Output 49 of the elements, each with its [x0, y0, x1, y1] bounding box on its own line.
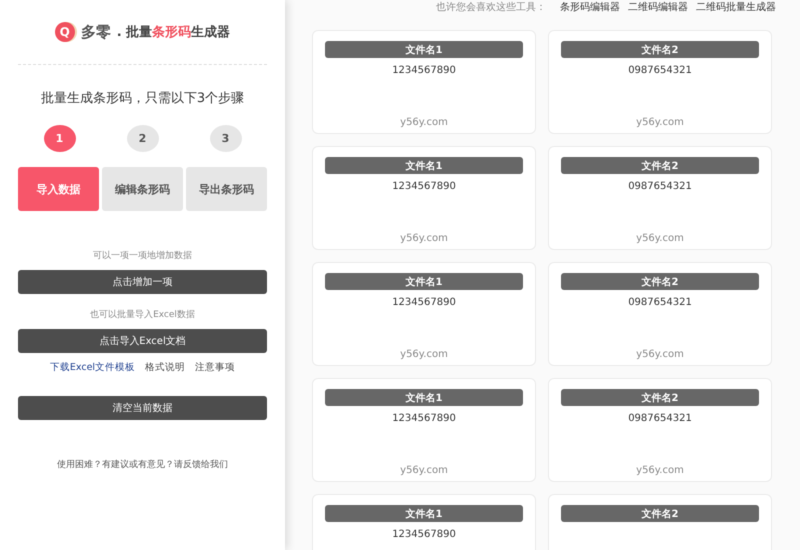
card-footer: y56y.com — [636, 349, 684, 360]
card-title: 文件名2 — [561, 41, 759, 58]
card-title: 文件名1 — [325, 389, 523, 406]
card-title: 文件名1 — [325, 505, 523, 522]
barcode-value: 1234567890 — [392, 181, 456, 192]
card-title: 文件名1 — [325, 157, 523, 174]
barcode-value: 0987654321 — [628, 297, 692, 308]
card-title: 文件名2 — [561, 157, 759, 174]
card-footer: y56y.com — [400, 349, 448, 360]
tool-link[interactable]: 二维码批量生成器 — [696, 0, 776, 14]
logo-mark: Q — [54, 22, 75, 42]
help-link[interactable]: 格式说明 — [145, 361, 186, 374]
tool-link[interactable]: 二维码编辑器 — [628, 0, 688, 14]
intro-text: 批量生成条形码，只需以下3个步骤 — [40, 90, 244, 107]
clear-data-button[interactable]: 清空当前数据 — [18, 396, 267, 420]
card-title: 文件名2 — [561, 505, 759, 522]
barcode-value: 1234567890 — [392, 65, 456, 76]
barcode-value: 0987654321 — [628, 181, 692, 192]
step-number: 3 — [210, 125, 242, 152]
barcode-value: 0987654321 — [628, 413, 692, 424]
feedback-text: 使用困难？有建议或有意见？请反馈给我们 — [57, 458, 228, 471]
card-footer: y56y.com — [400, 233, 448, 244]
help-link[interactable]: 注意事项 — [195, 361, 236, 374]
card-title: 文件名2 — [561, 389, 759, 406]
tool-link[interactable]: 条形码编辑器 — [560, 0, 620, 14]
barcode-value: 0987654321 — [628, 65, 692, 76]
step-tab[interactable]: 编辑条形码 — [102, 167, 183, 211]
brand-name: 多零 — [80, 22, 111, 42]
card-footer: y56y.com — [636, 465, 684, 476]
step-tab[interactable]: 导出条形码 — [186, 167, 267, 211]
card-footer: y56y.com — [636, 117, 684, 128]
card-footer: y56y.com — [400, 117, 448, 128]
hint-text: 也可以批量导入Excel数据 — [90, 308, 195, 321]
help-link[interactable]: 下载Excel文件模板 — [50, 361, 136, 374]
add-item-button[interactable]: 点击增加一项 — [18, 270, 267, 294]
import-excel-button[interactable]: 点击导入Excel文档 — [18, 329, 267, 353]
card-footer: y56y.com — [400, 465, 448, 476]
card-title: 文件名2 — [561, 273, 759, 290]
barcode-value: 1234567890 — [392, 297, 456, 308]
step-number: 1 — [44, 125, 76, 152]
barcode-value: 1234567890 — [392, 529, 456, 540]
card-title: 文件名1 — [325, 273, 523, 290]
barcode-value: 1234567890 — [392, 413, 456, 424]
card-footer: y56y.com — [636, 233, 684, 244]
tools-label: 也许您会喜欢这些工具： — [436, 0, 546, 14]
card-title: 文件名1 — [325, 41, 523, 58]
page-title: . 批量条形码生成器 — [116, 24, 230, 41]
step-number: 2 — [126, 125, 158, 152]
hint-text: 可以一项一项地增加数据 — [93, 250, 192, 262]
